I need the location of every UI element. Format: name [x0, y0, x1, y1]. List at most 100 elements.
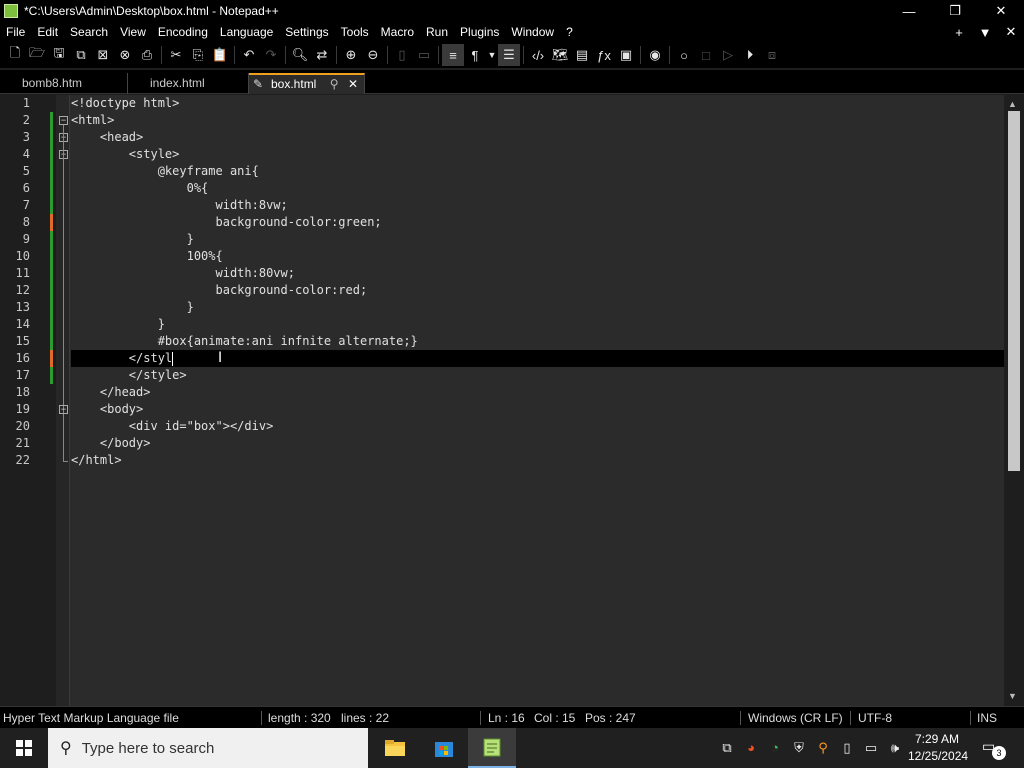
change-marker	[50, 129, 53, 146]
save-icon[interactable]: 🖫	[48, 44, 70, 66]
menu-help[interactable]: ?	[560, 22, 579, 42]
notepadpp-taskbar-button[interactable]	[468, 728, 516, 768]
menu-view[interactable]: View	[114, 22, 152, 42]
new-tab-plus-button[interactable]: +	[946, 25, 972, 40]
menu-tools[interactable]: Tools	[335, 22, 375, 42]
start-button[interactable]	[0, 728, 48, 768]
taskbar-clock[interactable]: 7:29 AM 12/25/2024	[908, 731, 969, 765]
play-macro-icon[interactable]: ▷	[717, 44, 739, 66]
folder-workspace-icon[interactable]: ▣	[615, 44, 637, 66]
print-icon[interactable]: ⎙	[136, 44, 158, 66]
scroll-up-arrow-icon[interactable]: ▲	[1008, 99, 1017, 109]
status-eol[interactable]: Windows (CR LF)	[748, 707, 843, 729]
security-shield-icon[interactable]: ⛨	[791, 740, 807, 756]
fold-toggle-body[interactable]: −	[59, 405, 68, 414]
menu-plugins[interactable]: Plugins	[454, 22, 505, 42]
tab-bomb8[interactable]: bomb8.htm	[0, 73, 128, 94]
find-icon[interactable]: 🔍︎	[289, 44, 311, 66]
replace-icon[interactable]: ⇄	[311, 44, 333, 66]
code-line-15: #box{animate:ani infnite alternate;}	[71, 334, 418, 348]
save-all-icon[interactable]: ⧉	[70, 44, 92, 66]
notification-center-button[interactable]: ▭ 3	[982, 738, 1006, 760]
xml-tag-icon[interactable]: ‹/›	[527, 44, 549, 66]
open-file-icon[interactable]: 🗁	[26, 44, 48, 66]
code-line-3: <head>	[71, 130, 144, 144]
copy-icon[interactable]: ⎘	[187, 44, 209, 66]
code-area[interactable]: <!doctype html> <html> <head> <style> @k…	[71, 95, 1004, 706]
line-number: 8	[22, 215, 30, 229]
menu-run[interactable]: Run	[420, 22, 454, 42]
menu-edit[interactable]: Edit	[31, 22, 64, 42]
indent-guide-icon[interactable]: ☰	[498, 44, 520, 66]
scrollbar-thumb[interactable]	[1008, 111, 1020, 471]
new-file-icon[interactable]: 🗋	[4, 44, 26, 66]
file-explorer-taskbar-button[interactable]	[371, 728, 419, 768]
zoom-out-icon[interactable]: ⊖	[362, 44, 384, 66]
menu-bar: File Edit Search View Encoding Language …	[0, 22, 1024, 42]
run-macro-icon[interactable]: ⏵	[739, 44, 761, 66]
menu-window[interactable]: Window	[505, 22, 560, 42]
word-wrap-icon[interactable]: ≡	[442, 44, 464, 66]
close-button[interactable]: ✕	[978, 0, 1024, 22]
clock-date: 12/25/2024	[908, 749, 969, 763]
tab-box[interactable]: ✎ box.html ⚲ ✕	[249, 73, 365, 94]
sync-h-icon[interactable]: ▭	[413, 44, 435, 66]
show-all-chars-icon[interactable]: ¶	[464, 44, 486, 66]
toolbar-separator	[234, 46, 235, 64]
menu-search[interactable]: Search	[64, 22, 114, 42]
code-line-18: </head>	[71, 385, 151, 399]
zoom-in-icon[interactable]: ⊕	[340, 44, 362, 66]
fold-toggle-html[interactable]: −	[59, 116, 68, 125]
toolbar-separator	[669, 46, 670, 64]
code-editor[interactable]: 1 2 3 4 5 6 7 8 9 10 11 12 13 14 15 16 17 18 19 20 21 22 − − …	[0, 95, 1024, 706]
status-encoding[interactable]: UTF-8	[858, 707, 892, 729]
menu-macro[interactable]: Macro	[375, 22, 420, 42]
search-placeholder: Type here to search	[81, 739, 215, 757]
cut-icon[interactable]: ✂	[165, 44, 187, 66]
usb-device-icon[interactable]: ▯	[839, 740, 855, 756]
tab-list-dropdown-button[interactable]: ▼	[972, 25, 998, 40]
menu-settings[interactable]: Settings	[279, 22, 334, 42]
sync-v-icon[interactable]: ▯	[391, 44, 413, 66]
microsoft-store-taskbar-button[interactable]	[420, 728, 468, 768]
stop-macro-icon[interactable]: □	[695, 44, 717, 66]
chevron-down-icon[interactable]: ▼	[486, 44, 498, 66]
minimize-button[interactable]: —	[886, 0, 932, 22]
network-icon[interactable]: ▭	[863, 740, 879, 756]
save-macro-icon[interactable]: ⧈	[761, 44, 783, 66]
monitoring-icon[interactable]: ◉	[644, 44, 666, 66]
taskbar-search-box[interactable]: ⚲ Type here to search	[48, 728, 368, 768]
line-number: 3	[22, 130, 30, 144]
maximize-button[interactable]: ❐	[932, 0, 978, 22]
tab-index[interactable]: index.html	[128, 73, 249, 94]
pin-icon[interactable]: ⚲	[330, 77, 339, 91]
close-all-icon[interactable]: ⊗	[114, 44, 136, 66]
scroll-down-arrow-icon[interactable]: ▼	[1008, 691, 1017, 701]
tray-app-icon[interactable]: ⧉	[719, 740, 735, 756]
redo-icon[interactable]: ↷	[260, 44, 282, 66]
change-marker	[50, 299, 53, 316]
toolbar: 🗋 🗁 🖫 ⧉ ⊠ ⊗ ⎙ ✂ ⎘ 📋 ↶ ↷ 🔍︎ ⇄ ⊕ ⊖ ▯ ▭ ≡ ¶…	[0, 42, 1024, 68]
function-list-icon[interactable]: ▤	[571, 44, 593, 66]
menu-language[interactable]: Language	[214, 22, 279, 42]
menu-file[interactable]: File	[0, 22, 31, 42]
status-insert-mode[interactable]: INS	[977, 707, 997, 729]
search-tool-icon[interactable]: ⚲	[815, 740, 831, 756]
line-number: 4	[22, 147, 30, 161]
code-line-10: 100%{	[71, 249, 223, 263]
vertical-scrollbar[interactable]: ▲ ▼	[1004, 95, 1024, 706]
close-document-button[interactable]: ✕	[998, 24, 1024, 40]
chrome-icon[interactable]: ◕	[743, 740, 759, 756]
menu-encoding[interactable]: Encoding	[152, 22, 214, 42]
undo-icon[interactable]: ↶	[238, 44, 260, 66]
line-number: 13	[15, 300, 30, 314]
edge-icon[interactable]: ◔	[767, 740, 783, 756]
paste-icon[interactable]: 📋	[209, 44, 231, 66]
close-icon[interactable]: ⊠	[92, 44, 114, 66]
line-number: 5	[22, 164, 30, 178]
record-macro-icon[interactable]: ○	[673, 44, 695, 66]
fx-icon[interactable]: ƒx	[593, 44, 615, 66]
document-map-icon[interactable]: 🗺︎	[549, 44, 571, 66]
volume-icon[interactable]: 🕪	[887, 740, 903, 756]
tab-close-icon[interactable]: ✕	[348, 77, 358, 91]
